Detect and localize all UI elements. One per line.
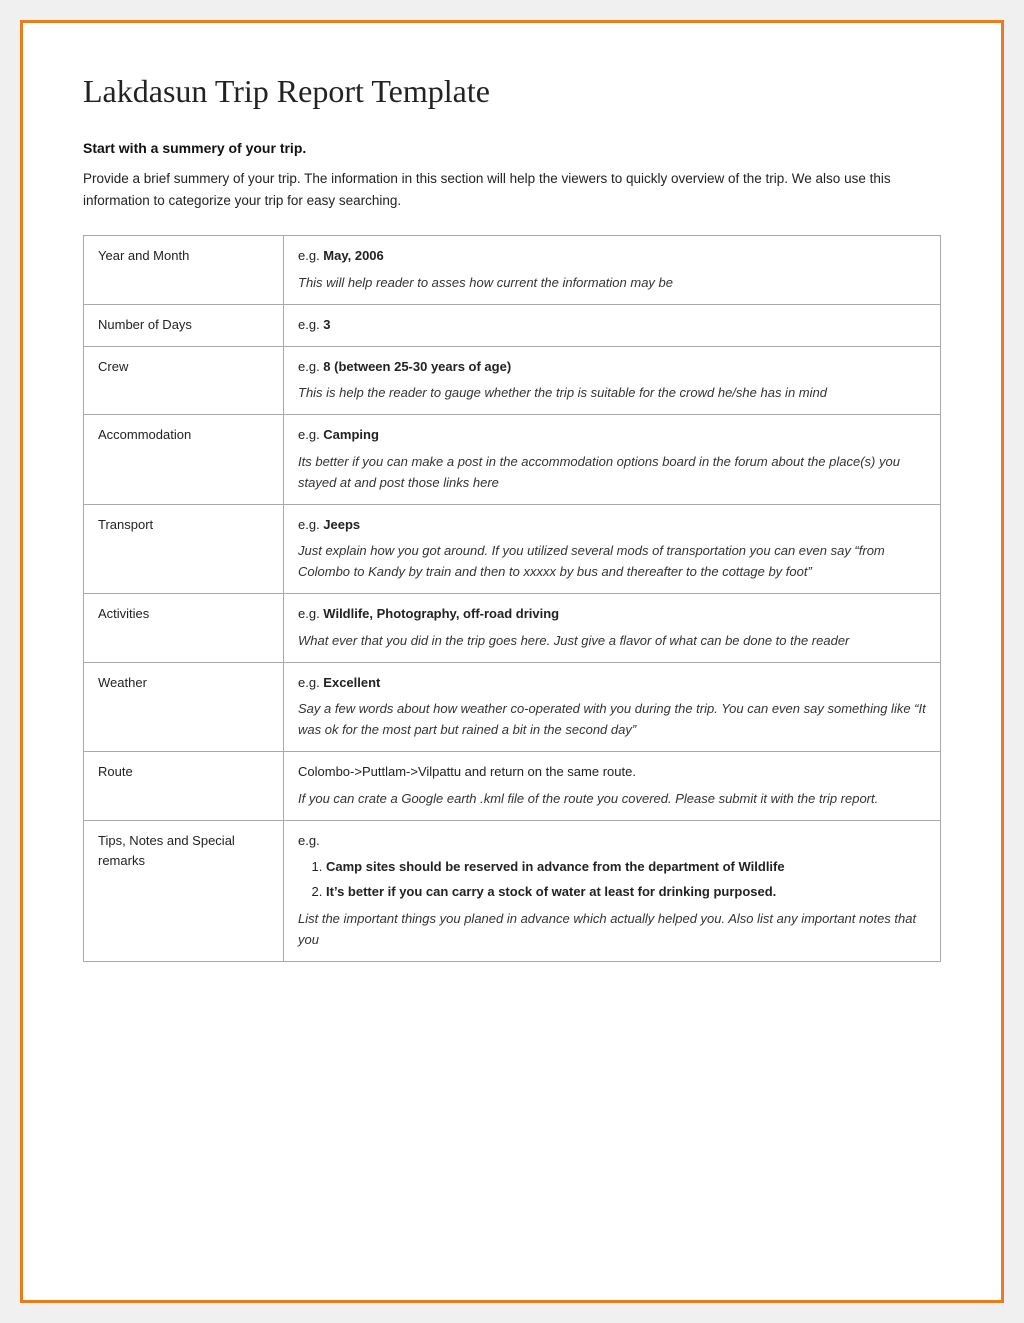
row-hint: If you can crate a Google earth .kml fil…	[298, 789, 926, 810]
row-label: Route	[84, 751, 284, 820]
table-row: Transport e.g. Jeeps Just explain how you …	[84, 504, 941, 593]
row-content: e.g. Jeeps Just explain how you got aroun…	[284, 504, 941, 593]
row-content: e.g. Wildlife, Photography, off-road dri…	[284, 593, 941, 662]
row-label: Weather	[84, 662, 284, 751]
row-example: e.g. 3	[298, 317, 331, 332]
tips-eg: e.g.	[298, 833, 320, 848]
table-row: Crew e.g. 8 (between 25-30 years of age) T…	[84, 346, 941, 415]
intro-heading: Start with a summery of your trip.	[83, 140, 941, 156]
row-example: e.g. Jeeps	[298, 517, 360, 532]
row-label: Crew	[84, 346, 284, 415]
row-example-bold: Jeeps	[323, 517, 360, 532]
table-row: Activities e.g. Wildlife, Photography, of…	[84, 593, 941, 662]
tips-list-item: Camp sites should be reserved in advance…	[326, 857, 926, 878]
row-example-bold: May, 2006	[323, 248, 383, 263]
intro-body: Provide a brief summery of your trip. Th…	[83, 168, 941, 211]
row-label: Transport	[84, 504, 284, 593]
row-example-bold: Excellent	[323, 675, 380, 690]
table-row: Number of Days e.g. 3	[84, 304, 941, 346]
row-example: e.g. Wildlife, Photography, off-road dri…	[298, 606, 559, 621]
row-example: e.g. Excellent	[298, 675, 380, 690]
row-hint: This will help reader to asses how curre…	[298, 273, 926, 294]
row-example: e.g. Camping	[298, 427, 379, 442]
table-row: Accommodation e.g. Camping Its better if y…	[84, 415, 941, 504]
row-label: Accommodation	[84, 415, 284, 504]
table-row: Route Colombo->Puttlam->Vilpattu and retu…	[84, 751, 941, 820]
row-hint: This is help the reader to gauge whether…	[298, 383, 926, 404]
row-content: e.g. 8 (between 25-30 years of age) This …	[284, 346, 941, 415]
row-hint: Just explain how you got around. If you …	[298, 541, 926, 583]
row-example: e.g. May, 2006	[298, 248, 384, 263]
row-hint: Its better if you can make a post in the…	[298, 452, 926, 494]
row-example-bold: 3	[323, 317, 330, 332]
summary-table: Year and Month e.g. May, 2006 This will he…	[83, 235, 941, 961]
row-content: e.g. 3	[284, 304, 941, 346]
row-label: Activities	[84, 593, 284, 662]
row-example-bold: Wildlife, Photography, off-road driving	[323, 606, 559, 621]
row-example-bold: Camping	[323, 427, 379, 442]
row-content: e.g. Excellent Say a few words about how …	[284, 662, 941, 751]
row-example: e.g. 8 (between 25-30 years of age)	[298, 359, 511, 374]
row-content: Colombo->Puttlam->Vilpattu and return on…	[284, 751, 941, 820]
row-content: e.g. Camping Its better if you can make a…	[284, 415, 941, 504]
row-label: Number of Days	[84, 304, 284, 346]
table-row: Tips, Notes and Special remarks e.g. Camp …	[84, 820, 941, 961]
row-hint: What ever that you did in the trip goes …	[298, 631, 926, 652]
page-title: Lakdasun Trip Report Template	[83, 73, 941, 110]
route-example: Colombo->Puttlam->Vilpattu and return on…	[298, 762, 926, 783]
row-content: e.g. May, 2006 This will help reader to a…	[284, 236, 941, 305]
table-row: Year and Month e.g. May, 2006 This will he…	[84, 236, 941, 305]
row-label: Year and Month	[84, 236, 284, 305]
row-content: e.g. Camp sites should be reserved in adv…	[284, 820, 941, 961]
page-container: Lakdasun Trip Report Template Start with…	[20, 20, 1004, 1303]
row-hint: List the important things you planed in …	[298, 909, 926, 951]
tips-list: Camp sites should be reserved in advance…	[326, 857, 926, 903]
row-label: Tips, Notes and Special remarks	[84, 820, 284, 961]
row-example-bold: 8 (between 25-30 years of age)	[323, 359, 511, 374]
row-hint: Say a few words about how weather co-ope…	[298, 699, 926, 741]
table-row: Weather e.g. Excellent Say a few words abo…	[84, 662, 941, 751]
tips-list-item: It’s better if you can carry a stock of …	[326, 882, 926, 903]
